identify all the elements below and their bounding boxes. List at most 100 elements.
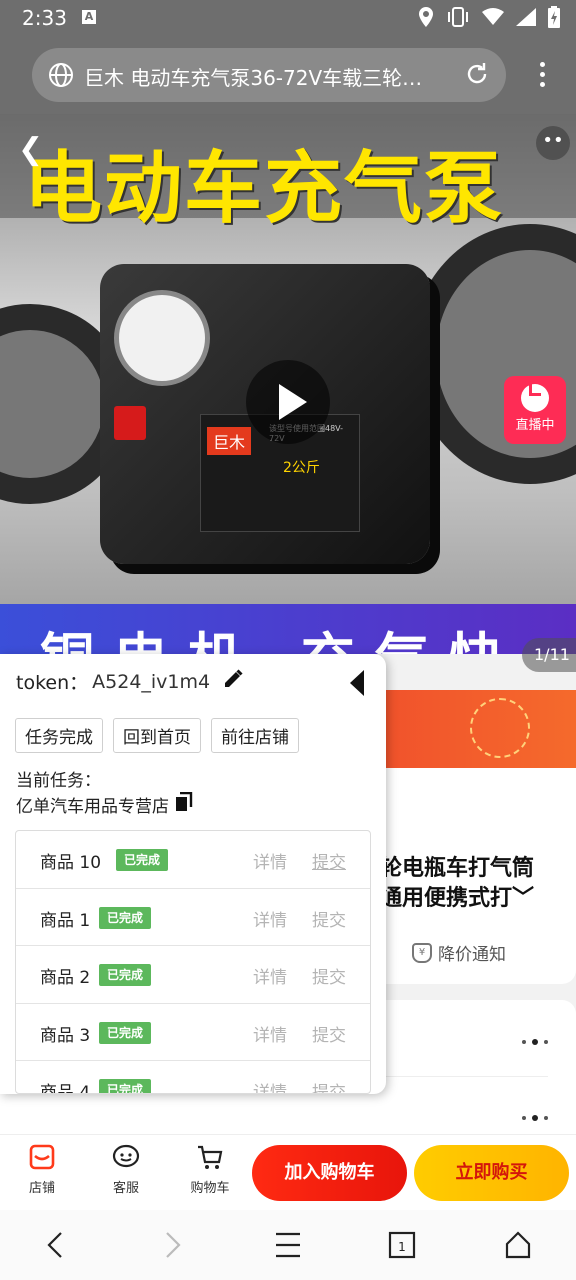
power-switch	[114, 406, 146, 440]
submit-link[interactable]: 提交	[312, 906, 346, 931]
browser-toolbar: 巨木 电动车充气泵36-72V车载三轮…	[0, 36, 576, 114]
item-name: 商品 10	[40, 853, 102, 873]
url-text[interactable]: 巨木 电动车充气泵36-72V车载三轮…	[84, 62, 456, 91]
url-bar[interactable]: 巨木 电动车充气泵36-72V车载三轮…	[32, 48, 506, 102]
task-item-row: 商品 2 已完成 详情 提交	[16, 946, 370, 1004]
status-badge: 已完成	[99, 906, 152, 929]
cart-label: 购物车	[190, 1181, 230, 1196]
live-stream-button[interactable]: 直播中	[504, 376, 566, 444]
more-horiz-icon[interactable]	[522, 1039, 548, 1045]
submit-link[interactable]: 提交	[312, 1078, 346, 1093]
task-item-row: 商品 1 已完成 详情 提交	[16, 889, 370, 946]
item-name: 商品 3	[40, 1025, 91, 1046]
price-notify-button[interactable]: ¥ 降价通知	[412, 940, 506, 965]
hero-title: 电动车充气泵	[24, 144, 505, 234]
system-nav-bar: 1	[0, 1210, 576, 1280]
submit-link[interactable]: 提交	[312, 848, 346, 873]
firework-decoration	[470, 698, 530, 758]
buy-now-button[interactable]: 立即购买	[414, 1145, 569, 1201]
back-icon[interactable]: ❮	[18, 132, 43, 167]
task-item-row: 商品 3 已完成 详情 提交	[16, 1004, 370, 1061]
promo-text: 铜电机 充气快	[40, 614, 523, 654]
current-store: 亿单汽车用品专营店	[16, 791, 193, 817]
wifi-icon	[482, 8, 504, 30]
detail-link[interactable]: 详情	[253, 1078, 287, 1093]
back-home-button[interactable]: 回到首页	[113, 718, 201, 753]
more-icon[interactable]: ••	[536, 126, 570, 160]
status-time: 2:33	[22, 6, 67, 30]
product-image-carousel[interactable]: 电动车充气泵 ❮ •• 巨木 该型号使用范围48V-72V 2公斤 直播中	[0, 114, 576, 654]
token-row: token： A524_iv1m4	[16, 668, 244, 695]
live-icon	[521, 384, 549, 412]
item-name: 商品 1	[40, 910, 91, 931]
item-name: 商品 2	[40, 968, 91, 988]
status-bar: 2:33 A	[0, 0, 576, 36]
task-item-row: 商品 10 已完成 详情 提交	[16, 831, 370, 889]
shop-button[interactable]: 店铺	[12, 1143, 72, 1196]
task-item-list[interactable]: 商品 10 已完成 详情 提交 商品 1 已完成 详情 提交 商品 2 已完成 …	[15, 830, 371, 1094]
svg-text:1: 1	[398, 1240, 406, 1254]
cart-button[interactable]: 购物车	[180, 1143, 240, 1196]
status-badge: 已完成	[99, 964, 152, 986]
current-task-label: 当前任务：	[16, 771, 101, 791]
globe-icon	[48, 62, 74, 92]
edit-pencil-icon[interactable]	[222, 668, 244, 695]
product-label-num: 2公斤	[283, 460, 320, 476]
status-badge: 已完成	[116, 849, 169, 871]
task-complete-button[interactable]: 任务完成	[15, 718, 103, 753]
more-vert-icon[interactable]	[540, 62, 546, 92]
nav-menu-icon[interactable]	[274, 1230, 302, 1264]
token-label: token：	[16, 672, 89, 694]
image-counter: 1/11	[522, 638, 576, 672]
divider	[386, 1076, 548, 1077]
notification-a-icon: A	[82, 10, 96, 24]
service-label: 客服	[112, 1181, 139, 1196]
nav-back-icon[interactable]	[44, 1230, 68, 1264]
detail-link[interactable]: 详情	[253, 848, 287, 873]
status-badge: 已完成	[99, 1079, 152, 1093]
wheel-right	[410, 224, 576, 484]
nav-home-icon[interactable]	[504, 1230, 532, 1264]
more-horiz-icon[interactable]	[522, 1115, 548, 1121]
gauge-icon	[114, 290, 210, 386]
reload-icon[interactable]	[464, 61, 490, 91]
item-name: 商品 4	[40, 1083, 91, 1094]
vibrate-icon	[446, 7, 470, 31]
product-title[interactable]: 轮电瓶车打气筒 通用便携式打﹀	[380, 854, 570, 914]
shopping-cart-icon	[196, 1143, 224, 1171]
battery-icon	[548, 6, 560, 32]
current-store-name: 亿单汽车用品专营店	[16, 797, 169, 817]
live-label: 直播中	[515, 418, 555, 433]
task-item-row: 商品 4 已完成 详情 提交	[16, 1061, 370, 1094]
go-to-store-button[interactable]: 前往店铺	[211, 718, 299, 753]
product-title-line1: 轮电瓶车打气筒	[380, 856, 535, 881]
submit-link[interactable]: 提交	[312, 963, 346, 988]
shop-icon	[28, 1143, 56, 1171]
status-badge: 已完成	[99, 1021, 152, 1044]
chat-face-icon	[112, 1143, 140, 1171]
promo-band: 铜电机 充气快	[0, 604, 576, 654]
bottom-action-bar: 店铺 客服 购物车 加入购物车 立即购买	[0, 1134, 576, 1210]
product-title-line2: 通用便携式打	[380, 886, 513, 911]
service-button[interactable]: 客服	[96, 1143, 156, 1196]
token-value: A524_iv1m4	[92, 670, 211, 693]
detail-link[interactable]: 详情	[253, 906, 287, 931]
price-bell-icon: ¥	[412, 942, 432, 963]
signal-icon	[516, 8, 536, 30]
location-icon	[418, 6, 434, 32]
detail-link[interactable]: 详情	[253, 963, 287, 988]
panel-actions: 任务完成 回到首页 前往店铺	[15, 718, 299, 753]
collapse-panel-icon[interactable]	[350, 670, 364, 696]
nav-tabs-icon[interactable]: 1	[388, 1230, 416, 1264]
nav-forward-icon[interactable]	[160, 1230, 184, 1264]
chevron-down-icon: ﹀	[512, 886, 535, 911]
play-video-button[interactable]	[246, 360, 330, 444]
shop-label: 店铺	[28, 1181, 55, 1196]
submit-link[interactable]: 提交	[312, 1021, 346, 1046]
detail-link[interactable]: 详情	[253, 1021, 287, 1046]
add-to-cart-button[interactable]: 加入购物车	[252, 1145, 407, 1201]
task-panel: token： A524_iv1m4 任务完成 回到首页 前往店铺 当前任务： 亿…	[0, 654, 386, 1094]
copy-icon[interactable]	[175, 791, 193, 817]
system-icons	[418, 6, 560, 32]
price-notify-label: 降价通知	[438, 945, 506, 965]
